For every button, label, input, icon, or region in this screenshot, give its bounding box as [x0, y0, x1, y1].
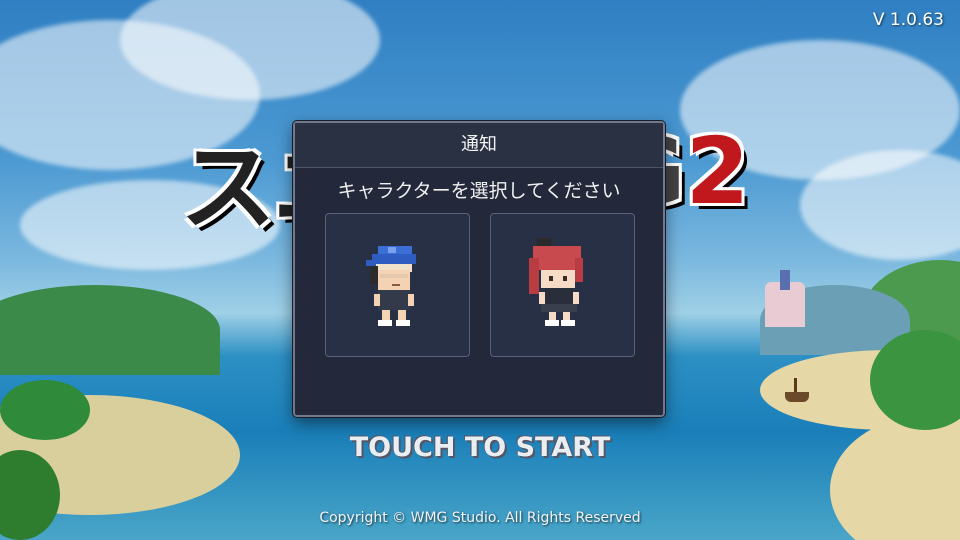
copyright-text: Copyright © WMG Studio. All Rights Reser… [319, 510, 641, 526]
select-boy-character-button[interactable] [325, 213, 470, 357]
notice-dialog: 通知 キャラクターを選択してください [293, 121, 665, 417]
logo-number-2: 2 [685, 118, 750, 225]
boy-character-icon [366, 246, 416, 326]
girl-character-icon [529, 238, 583, 326]
touch-to-start-prompt[interactable]: TOUCH TO START [0, 432, 960, 463]
dialog-title: 通知 [295, 123, 663, 168]
dialog-message: キャラクターを選択してください [337, 180, 621, 202]
logo-text-left: ス [180, 132, 276, 244]
select-girl-character-button[interactable] [490, 213, 635, 357]
version-label: V 1.0.63 [872, 10, 944, 30]
